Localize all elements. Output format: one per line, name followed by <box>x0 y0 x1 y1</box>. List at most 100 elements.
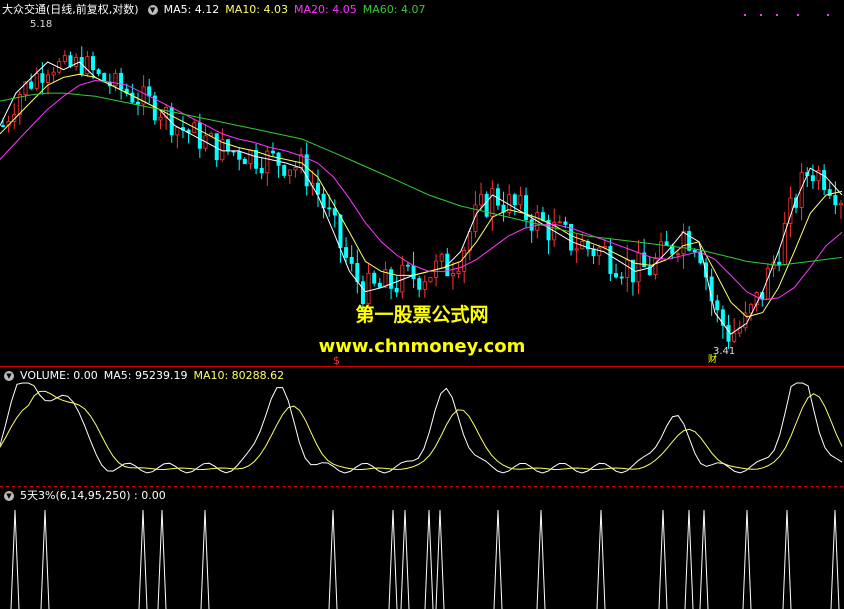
candle-body <box>344 247 349 258</box>
candle-body <box>276 152 281 166</box>
candle-body <box>653 258 658 276</box>
candle-body <box>372 272 377 284</box>
candle-body <box>29 81 34 89</box>
candle-body <box>490 188 495 217</box>
candle-body <box>467 231 472 251</box>
candle-body <box>45 74 50 83</box>
indicator-spike <box>742 509 752 609</box>
candle-body <box>524 195 529 221</box>
signal-dot <box>797 14 799 16</box>
candle-body <box>405 264 410 267</box>
candle-body <box>428 276 433 283</box>
candle-body <box>62 55 67 62</box>
candle-body <box>810 175 815 182</box>
candle-body <box>102 73 107 83</box>
candle-body <box>293 167 298 171</box>
vol-ma10-readout: MA10: 80288.62 <box>193 369 285 382</box>
watermark-title: 第一股票公式网 <box>355 304 489 326</box>
candle-body <box>349 256 354 264</box>
candle-body <box>74 56 79 67</box>
candle-body <box>822 170 827 191</box>
candle-body <box>687 231 692 251</box>
ma5-readout: MA5: 4.12 <box>163 3 220 16</box>
candle-body <box>529 219 534 231</box>
volume-lines <box>0 382 843 474</box>
candle-body <box>625 259 630 278</box>
candle-body <box>34 73 39 89</box>
candle-body <box>777 261 782 265</box>
candle-body <box>512 194 517 206</box>
candle-body <box>400 264 405 293</box>
settings-icon[interactable]: ▼ <box>4 371 14 381</box>
indicator-spike <box>493 509 503 609</box>
candle-body <box>135 101 140 105</box>
volume-header: ▼ VOLUME: 0.00 MA5: 95239.19 MA10: 80288… <box>0 369 290 383</box>
indicator-spike <box>596 509 606 609</box>
indicator-spike <box>328 509 338 609</box>
candle-body <box>338 214 343 248</box>
candle-body <box>68 55 73 67</box>
candle-body <box>456 270 461 274</box>
candle-body <box>130 92 135 103</box>
indicator-spike <box>536 509 546 609</box>
candle-body <box>484 193 489 217</box>
signal-dot <box>827 14 829 16</box>
vol-ma5-readout: MA5: 95239.19 <box>103 369 188 382</box>
candle-body <box>563 221 568 225</box>
signal-dot <box>744 14 746 16</box>
volume-readout: VOLUME: 0.00 <box>20 369 98 382</box>
moving-averages <box>0 61 843 335</box>
candle-body <box>315 182 320 195</box>
candle-body <box>614 273 619 278</box>
candle-body <box>197 122 202 149</box>
indicator-spike <box>658 509 668 609</box>
candle-body <box>248 150 253 165</box>
indicator-spike <box>424 509 434 609</box>
candle-body <box>450 273 455 277</box>
candle-body <box>51 71 56 76</box>
candle-body <box>0 125 6 128</box>
ma-line-ma60 <box>0 92 843 266</box>
candle-body <box>411 265 416 280</box>
candle-body <box>327 207 332 210</box>
candle-body <box>113 72 118 87</box>
candle-body <box>675 253 680 256</box>
volume-ma10-line <box>0 390 843 471</box>
indicator-spike <box>400 509 410 609</box>
high-price-label: 5.18 <box>30 19 53 30</box>
candle-body <box>158 116 163 121</box>
ma60-readout: MA60: 4.07 <box>362 3 426 16</box>
panel-dividers <box>0 366 844 487</box>
stock-title: 大众交通(日线,前复权,对数) <box>2 3 139 16</box>
signal-dot <box>760 14 762 16</box>
candle-body <box>591 248 596 257</box>
candle-body <box>479 193 484 206</box>
indicator-spike <box>684 509 694 609</box>
indicator-spike <box>435 509 445 609</box>
candle-body <box>242 158 247 165</box>
candle-body <box>304 154 309 187</box>
indicator-spike <box>138 509 148 609</box>
candle-body <box>175 127 180 136</box>
indicator-spike <box>699 509 709 609</box>
candle-body <box>636 252 641 283</box>
settings-icon[interactable]: ▼ <box>4 491 14 501</box>
candle-body <box>557 221 562 224</box>
candle-body <box>270 150 275 154</box>
candle-body <box>574 248 579 251</box>
candle-body <box>259 167 264 174</box>
candle-body <box>619 276 624 279</box>
signal-dot <box>776 14 778 16</box>
candle-body <box>282 165 287 176</box>
candle-body <box>417 278 422 290</box>
indicator-spike <box>388 509 398 609</box>
candle-body <box>96 69 101 74</box>
candle-body <box>119 72 124 90</box>
candle-body <box>839 202 844 206</box>
indicator-header: ▼ 5天3%(6,14,95,250) : 0.00 <box>0 489 172 503</box>
candle-body <box>518 195 523 206</box>
settings-icon[interactable]: ▼ <box>147 5 158 15</box>
indicator-spike <box>10 509 20 609</box>
candle-body <box>147 86 152 97</box>
candle-body <box>254 150 259 169</box>
